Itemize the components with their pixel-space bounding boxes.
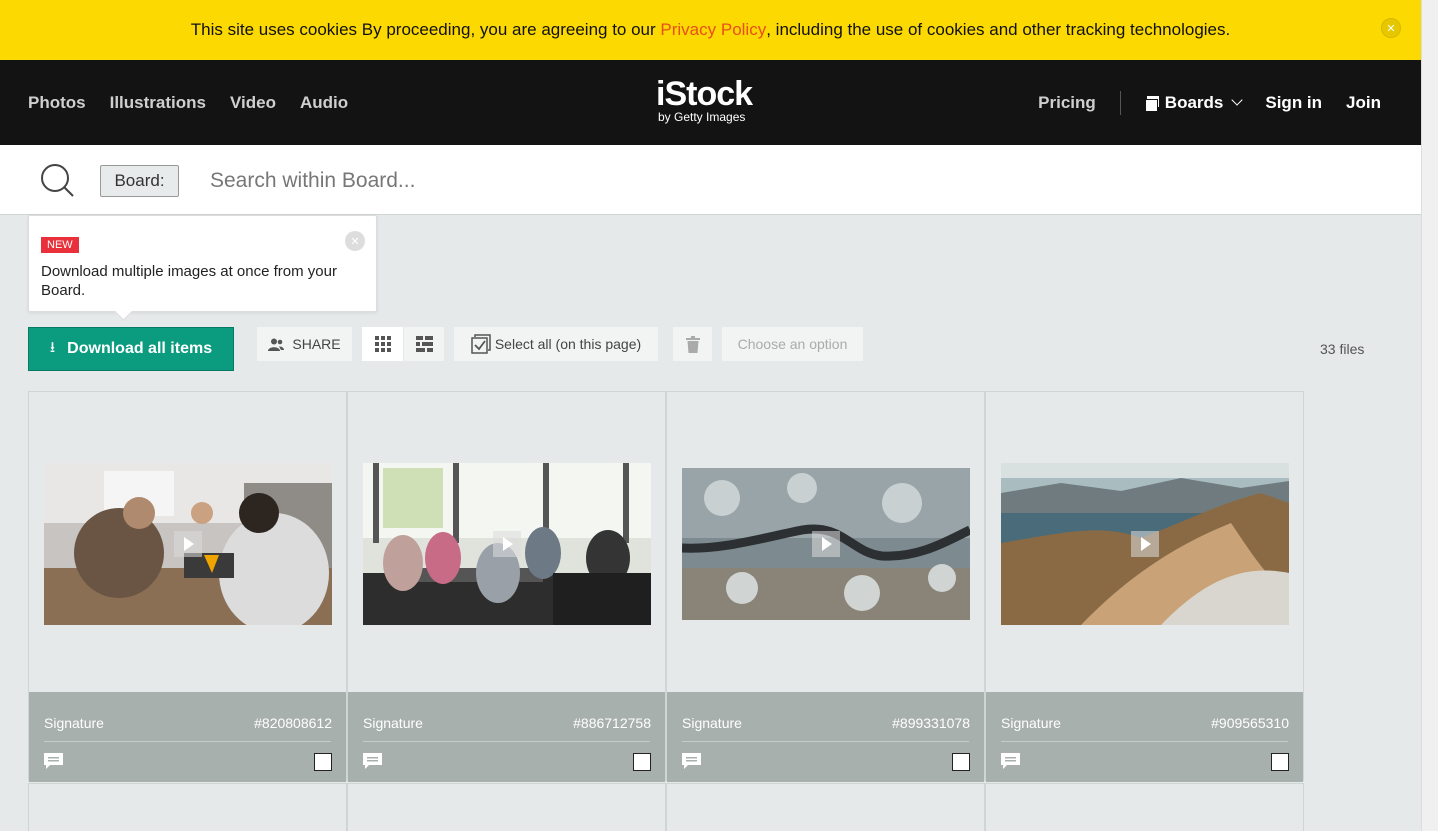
asset-card[interactable]: Signature #909565310 [985, 391, 1304, 782]
asset-thumbnail[interactable] [44, 463, 332, 625]
select-all-icon [471, 334, 491, 354]
board-grid: Signature #820808612 Signature #88671275… [28, 391, 1305, 831]
select-checkbox[interactable] [1271, 753, 1289, 771]
trash-icon [685, 335, 700, 353]
asset-collection: Signature [1001, 715, 1061, 731]
cookie-banner: This site uses cookies By proceeding, yo… [0, 0, 1421, 60]
mosaic-icon [415, 336, 433, 352]
asset-card-next-row[interactable] [347, 783, 666, 831]
footer-divider [682, 741, 969, 742]
site-header: Photos Illustrations Video Audio iStock … [0, 60, 1421, 145]
nav-audio[interactable]: Audio [300, 93, 348, 113]
asset-collection: Signature [44, 715, 104, 731]
download-all-button[interactable]: ⭳ Download all items [28, 327, 234, 371]
download-all-label: Download all items [67, 340, 213, 357]
share-label: SHARE [292, 336, 341, 352]
asset-id[interactable]: #899331078 [892, 715, 970, 731]
asset-thumbnail[interactable] [363, 463, 651, 625]
asset-id[interactable]: #820808612 [254, 715, 332, 731]
nav-divider [1119, 90, 1121, 115]
comment-icon[interactable] [363, 753, 382, 769]
istock-logo[interactable]: iStock by Getty Images [656, 77, 771, 124]
download-icon: ⭳ [49, 338, 56, 356]
select-checkbox[interactable] [633, 753, 651, 771]
grid-icon [374, 336, 391, 352]
asset-collection: Signature [363, 715, 423, 731]
footer-divider [363, 741, 650, 742]
account-nav: Pricing Boards Sign in Join [1038, 60, 1381, 145]
choose-option-dropdown[interactable]: Choose an option [722, 327, 863, 361]
grid-view-button[interactable] [362, 327, 403, 361]
comment-icon[interactable] [682, 753, 701, 769]
asset-footer: Signature #899331078 [667, 692, 984, 782]
play-icon [812, 531, 840, 557]
asset-footer: Signature #820808612 [29, 692, 346, 782]
asset-card-next-row[interactable] [666, 783, 985, 831]
asset-card[interactable]: Signature #820808612 [28, 391, 347, 782]
close-icon[interactable]: ✕ [345, 231, 365, 251]
nav-photos[interactable]: Photos [28, 93, 86, 113]
footer-divider [44, 741, 331, 742]
select-all-button[interactable]: Select all (on this page) [454, 327, 658, 361]
boards-menu[interactable]: Boards [1144, 92, 1244, 113]
comment-icon[interactable] [44, 753, 63, 769]
sign-in-link[interactable]: Sign in [1265, 93, 1322, 113]
join-link[interactable]: Join [1346, 93, 1381, 113]
boards-label: Boards [1164, 92, 1224, 112]
nav-pricing[interactable]: Pricing [1038, 93, 1096, 113]
asset-card[interactable]: Signature #899331078 [666, 391, 985, 782]
asset-footer: Signature #886712758 [348, 692, 665, 782]
delete-button[interactable] [673, 327, 712, 361]
asset-thumbnail[interactable] [1001, 463, 1289, 625]
logo-wordmark: iStock [656, 75, 753, 113]
new-feature-tooltip: NEW Download multiple images at once fro… [28, 215, 377, 312]
search-icon[interactable] [40, 163, 74, 197]
asset-card-next-row[interactable] [28, 783, 347, 831]
asset-id[interactable]: #909565310 [1211, 715, 1289, 731]
asset-card[interactable]: Signature #886712758 [347, 391, 666, 782]
comment-icon[interactable] [1001, 753, 1020, 769]
page: This site uses cookies By proceeding, yo… [0, 0, 1421, 831]
footer-divider [1001, 741, 1288, 742]
files-count: 33 files [1320, 341, 1365, 357]
asset-id[interactable]: #886712758 [573, 715, 651, 731]
people-icon [268, 338, 285, 351]
play-icon [493, 531, 521, 557]
chevron-down-icon [1231, 94, 1244, 106]
select-checkbox[interactable] [314, 753, 332, 771]
logo-tagline: by Getty Images [658, 110, 746, 124]
asset-card-next-row[interactable] [985, 783, 1304, 831]
share-button[interactable]: SHARE [257, 327, 352, 361]
play-icon [1131, 531, 1159, 557]
cookie-close-icon[interactable]: ✕ [1381, 18, 1401, 38]
privacy-policy-link[interactable]: Privacy Policy [660, 20, 766, 40]
asset-thumbnail[interactable] [682, 468, 970, 620]
select-all-label: Select all (on this page) [494, 336, 642, 352]
mosaic-view-button[interactable] [404, 327, 444, 361]
nav-illustrations[interactable]: Illustrations [110, 93, 206, 113]
cookie-text-before: This site uses cookies By proceeding, yo… [190, 20, 661, 39]
new-badge: NEW [41, 237, 79, 253]
primary-nav: Photos Illustrations Video Audio [28, 60, 348, 145]
select-checkbox[interactable] [952, 753, 970, 771]
board-filter-chip[interactable]: Board: [100, 165, 179, 197]
nav-video[interactable]: Video [230, 93, 276, 113]
asset-footer: Signature #909565310 [986, 692, 1303, 782]
vertical-scrollbar[interactable] [1421, 0, 1438, 831]
boards-icon [1144, 95, 1159, 112]
search-input[interactable] [200, 163, 900, 199]
asset-collection: Signature [682, 715, 742, 731]
play-icon [174, 531, 202, 557]
tooltip-message: Download multiple images at once from yo… [41, 263, 337, 299]
cookie-text-after: , including the use of cookies and other… [766, 20, 1231, 39]
